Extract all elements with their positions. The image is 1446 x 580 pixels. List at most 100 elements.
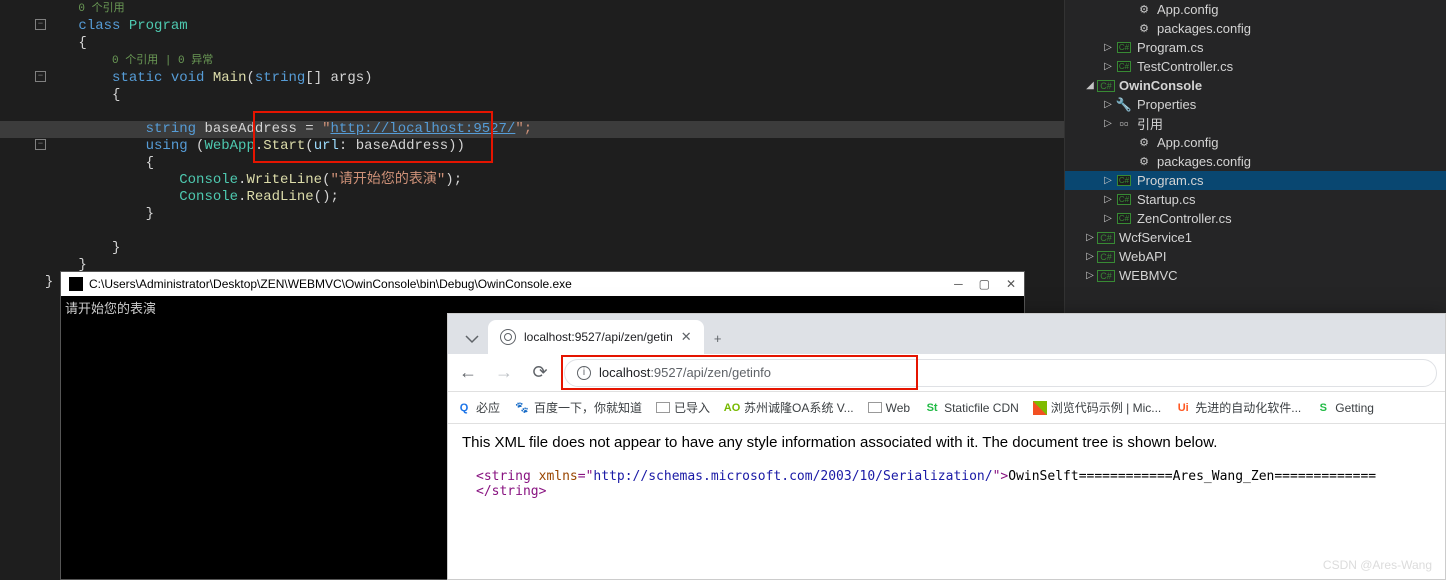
bookmark-label: Web	[886, 401, 910, 415]
tree-item[interactable]: ▷▫▫ 引用	[1065, 114, 1446, 133]
bookmark-label: Staticfile CDN	[944, 401, 1019, 415]
tree-item[interactable]: ▷🔧Properties	[1065, 95, 1446, 114]
bookmark-label: 浏览代码示例 | Mic...	[1051, 399, 1161, 416]
bookmark-label: 必应	[476, 399, 500, 416]
reload-icon[interactable]: ⟳	[528, 362, 552, 383]
file-icon: C#	[1115, 213, 1133, 224]
tree-item[interactable]: ▷C#TestController.cs	[1065, 57, 1446, 76]
tree-item-label: Program.cs	[1137, 40, 1203, 55]
bookmark-item[interactable]: 已导入	[656, 399, 710, 416]
caret-icon: ▷	[1101, 194, 1115, 205]
tree-item-label: Program.cs	[1137, 173, 1203, 188]
tree-item-label: TestController.cs	[1137, 59, 1233, 74]
bookmark-icon: AO	[724, 400, 740, 416]
caret-icon: ▷	[1083, 251, 1097, 262]
tree-item[interactable]: ⚙ packages.config	[1065, 152, 1446, 171]
bookmark-icon: Ui	[1175, 400, 1191, 416]
address-bar[interactable]: i localhost:9527/api/zen/getinfo	[564, 359, 1437, 387]
tree-item-label: Properties	[1137, 97, 1196, 112]
browser-menu-icon[interactable]	[456, 332, 488, 346]
caret-icon: ▷	[1083, 232, 1097, 243]
globe-icon	[500, 329, 516, 345]
tree-item[interactable]: ⚙ packages.config	[1065, 19, 1446, 38]
caret-icon: ▷	[1101, 118, 1115, 129]
bookmark-item[interactable]: StStaticfile CDN	[924, 400, 1019, 416]
bookmark-item[interactable]: 🐾百度一下，你就知道	[514, 399, 642, 416]
maximize-icon[interactable]: ▢	[979, 277, 990, 291]
caret-icon: ▷	[1101, 42, 1115, 53]
references-label: 0 个引用 | 0 异常	[112, 55, 213, 67]
tree-item[interactable]: ▷C# Program.cs	[1065, 38, 1446, 57]
references-label: 0 个引用	[78, 3, 124, 15]
browser-content: This XML file does not appear to have an…	[448, 424, 1445, 509]
browser-navbar: ← → ⟳ i localhost:9527/api/zen/getinfo	[448, 354, 1445, 392]
file-icon: ⚙	[1135, 136, 1153, 149]
bookmark-icon: S	[1315, 400, 1331, 416]
tree-item[interactable]: ⚙ App.config	[1065, 133, 1446, 152]
tree-item-label: App.config	[1157, 2, 1218, 17]
file-icon: 🔧	[1115, 97, 1133, 113]
tree-item-label: packages.config	[1157, 154, 1251, 169]
tree-item-label: App.config	[1157, 135, 1218, 150]
bookmark-item[interactable]: AO苏州诚隆OA系统 V...	[724, 399, 854, 416]
tree-item-label: packages.config	[1157, 21, 1251, 36]
bookmark-item[interactable]: Ui先进的自动化软件...	[1175, 399, 1301, 416]
tree-item-label: OwinConsole	[1119, 78, 1202, 93]
tree-item-label: WcfService1	[1119, 230, 1192, 245]
close-tab-icon[interactable]: ✕	[681, 329, 692, 345]
tree-item-label: 引用	[1137, 114, 1163, 133]
fold-icon[interactable]: −	[35, 19, 46, 30]
file-icon: C#	[1115, 42, 1133, 53]
forward-icon[interactable]: →	[492, 362, 516, 383]
file-icon: C#	[1115, 194, 1133, 205]
console-titlebar[interactable]: C:\Users\Administrator\Desktop\ZEN\WEBMV…	[61, 272, 1024, 296]
bookmark-label: 已导入	[674, 399, 710, 416]
close-icon[interactable]: ✕	[1006, 277, 1016, 291]
tree-item[interactable]: ▷C# WebAPI	[1065, 247, 1446, 266]
tree-item[interactable]: ▷C#Program.cs	[1065, 171, 1446, 190]
caret-icon: ▷	[1083, 270, 1097, 281]
bookmark-icon	[656, 402, 670, 413]
file-icon: C#	[1097, 80, 1115, 92]
bookmark-item[interactable]: Web	[868, 401, 910, 415]
bookmark-icon	[1033, 401, 1047, 415]
file-icon: ⚙	[1135, 22, 1153, 35]
file-icon: C#	[1097, 232, 1115, 244]
highlight-box	[253, 111, 493, 163]
browser-tab[interactable]: localhost:9527/api/zen/getin ✕	[488, 320, 704, 354]
tree-item[interactable]: ◢C#OwinConsole	[1065, 76, 1446, 95]
bookmark-label: 苏州诚隆OA系统 V...	[744, 399, 854, 416]
fold-icon[interactable]: −	[35, 139, 46, 150]
file-icon: ⚙	[1135, 3, 1153, 16]
tree-item[interactable]: ▷C#ZenController.cs	[1065, 209, 1446, 228]
minimize-icon[interactable]: ─	[954, 277, 963, 291]
code-editor[interactable]: 0 个引用 − class Program { 0 个引用 | 0 异常 − s…	[0, 0, 1064, 300]
fold-icon[interactable]: −	[35, 71, 46, 82]
file-icon: ⚙	[1135, 155, 1153, 168]
tree-item[interactable]: ▷C# Startup.cs	[1065, 190, 1446, 209]
bookmark-icon: Q	[456, 400, 472, 416]
bookmark-icon	[868, 402, 882, 413]
bookmark-item[interactable]: 浏览代码示例 | Mic...	[1033, 399, 1161, 416]
file-icon: C#	[1097, 251, 1115, 263]
tree-item-label: WebAPI	[1119, 249, 1166, 264]
back-icon[interactable]: ←	[456, 362, 480, 383]
new-tab-button[interactable]: +	[704, 331, 732, 346]
console-title-text: C:\Users\Administrator\Desktop\ZEN\WEBMV…	[89, 277, 572, 291]
tree-item-label: ZenController.cs	[1137, 211, 1232, 226]
browser-window: localhost:9527/api/zen/getin ✕ + ← → ⟳ i…	[447, 313, 1446, 580]
file-icon: ▫▫	[1115, 116, 1133, 131]
bookmark-item[interactable]: S Getting	[1315, 400, 1374, 416]
tree-item[interactable]: ▷C#WEBMVC	[1065, 266, 1446, 285]
bookmark-icon: 🐾	[514, 400, 530, 416]
bookmark-label: 百度一下，你就知道	[534, 399, 642, 416]
tree-item[interactable]: ⚙ App.config	[1065, 0, 1446, 19]
bookmark-item[interactable]: Q必应	[456, 399, 500, 416]
site-info-icon[interactable]: i	[577, 366, 591, 380]
tree-item[interactable]: ▷C# WcfService1	[1065, 228, 1446, 247]
tree-item-label: Startup.cs	[1137, 192, 1196, 207]
bookmark-label: Getting	[1335, 401, 1374, 415]
file-icon: C#	[1115, 61, 1133, 72]
console-app-icon	[69, 277, 83, 291]
tree-item-label: WEBMVC	[1119, 268, 1178, 283]
